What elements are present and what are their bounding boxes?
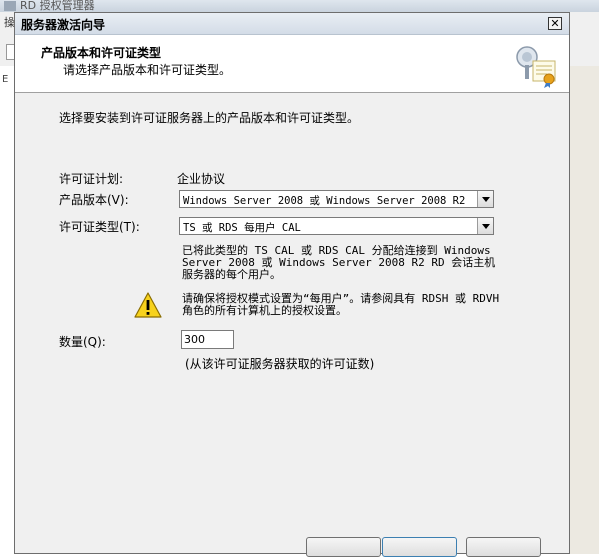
app-icon xyxy=(4,1,16,11)
license-type-selected: TS 或 RDS 每用户 CAL xyxy=(183,222,301,234)
background-window-title: RD 授权管理器 xyxy=(20,0,95,12)
quantity-input[interactable] xyxy=(181,330,234,349)
product-version-label: 产品版本(V): xyxy=(59,193,129,207)
license-type-description: 已将此类型的 TS CAL 或 RDS CAL 分配给连接到 Windows S… xyxy=(182,244,496,281)
wizard-step-title: 产品版本和许可证类型 xyxy=(41,46,162,60)
activation-wizard-dialog: 服务器激活向导 ✕ 产品版本和许可证类型 请选择产品版本和许可证类型。 选择要安… xyxy=(14,12,570,554)
close-button[interactable]: ✕ xyxy=(548,17,562,30)
license-type-dropdown[interactable]: TS 或 RDS 每用户 CAL xyxy=(179,217,494,235)
product-version-dropdown[interactable]: Windows Server 2008 或 Windows Server 200… xyxy=(179,190,494,208)
dialog-title: 服务器激活向导 xyxy=(21,18,106,32)
back-button[interactable] xyxy=(306,537,381,557)
wizard-step-subtitle: 请选择产品版本和许可证类型。 xyxy=(63,63,232,77)
chevron-down-icon[interactable] xyxy=(477,218,493,234)
intro-text: 选择要安装到许可证服务器上的产品版本和许可证类型。 xyxy=(59,111,360,125)
background-title-bar: RD 授权管理器 xyxy=(0,0,599,12)
product-version-selected: Windows Server 2008 或 Windows Server 200… xyxy=(183,195,466,207)
wizard-body: 选择要安装到许可证服务器上的产品版本和许可证类型。 许可证计划: 企业协议 产品… xyxy=(15,93,569,553)
tree-node[interactable]: E xyxy=(2,74,8,85)
next-button[interactable] xyxy=(382,537,457,557)
license-type-label: 许可证类型(T): xyxy=(59,220,140,234)
warning-text: 请确保将授权模式设置为“每用户”。请参阅具有 RDSH 或 RDVH 角色的所有… xyxy=(182,292,500,317)
license-plan-label: 许可证计划: xyxy=(59,172,124,186)
chevron-down-icon[interactable] xyxy=(477,191,493,207)
cancel-button[interactable] xyxy=(466,537,541,557)
dialog-title-bar: 服务器激活向导 ✕ xyxy=(15,13,569,35)
certificate-server-icon xyxy=(516,46,556,88)
quantity-label: 数量(Q): xyxy=(59,335,106,349)
quantity-hint: (从该许可证服务器获取的许可证数) xyxy=(185,357,375,371)
background-tree-pane: E xyxy=(0,66,15,554)
warning-icon xyxy=(134,292,162,318)
wizard-header: 产品版本和许可证类型 请选择产品版本和许可证类型。 xyxy=(15,35,569,93)
license-plan-value: 企业协议 xyxy=(177,172,226,186)
